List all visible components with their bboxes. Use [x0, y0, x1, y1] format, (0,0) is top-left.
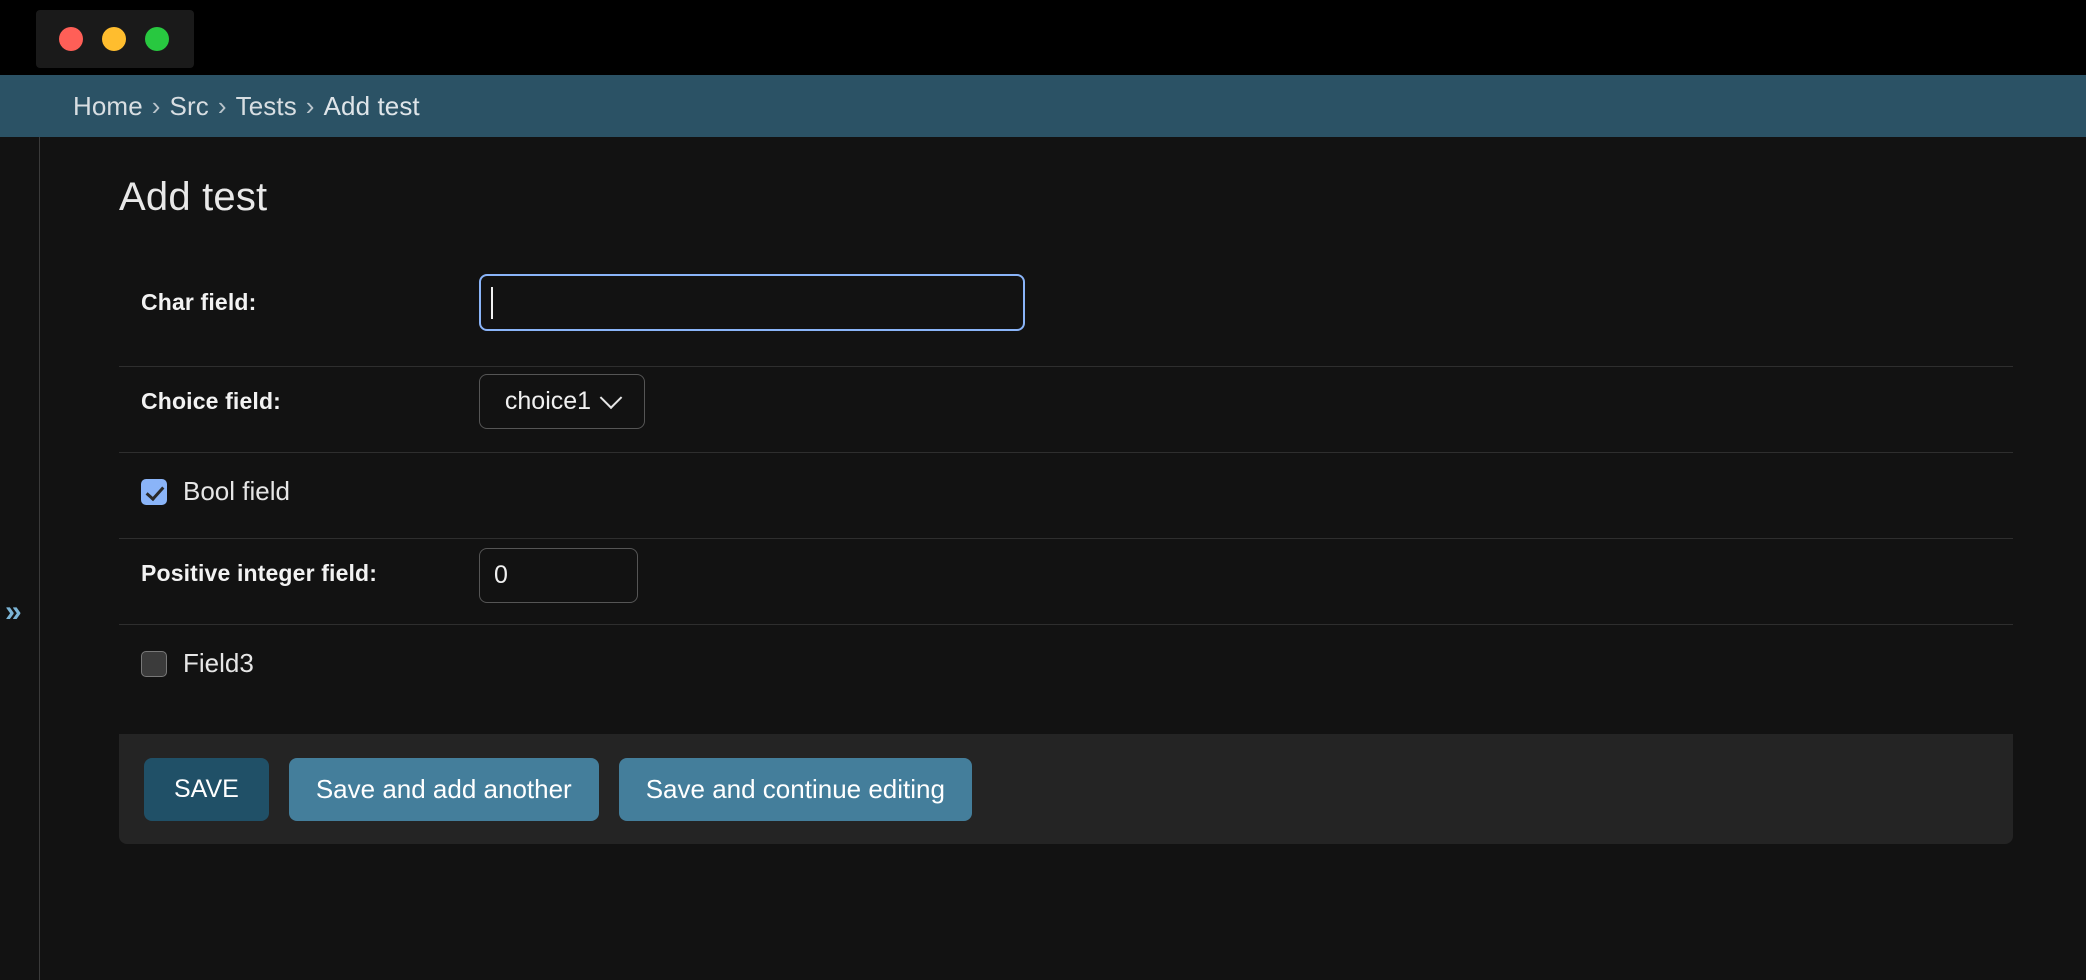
- breadcrumb-item-home[interactable]: Home: [73, 91, 143, 122]
- label-bool-field: Bool field: [183, 476, 290, 506]
- breadcrumb-separator-icon: ›: [305, 90, 315, 121]
- bool-field-checkbox[interactable]: [141, 478, 167, 505]
- breadcrumb-separator-icon: ›: [151, 90, 161, 121]
- show-sidebar-chevron-icon[interactable]: »: [5, 597, 22, 627]
- maximize-window-button[interactable]: [145, 27, 169, 51]
- bool-field-group[interactable]: Bool field: [141, 476, 290, 507]
- field3-group[interactable]: Field3: [141, 648, 254, 679]
- form-row-char-field: Char field:: [119, 267, 2013, 367]
- label-positive-integer-field: Positive integer field:: [141, 560, 378, 586]
- form-row-field3: Field3: [119, 625, 2013, 690]
- close-window-button[interactable]: [59, 27, 83, 51]
- save-button[interactable]: SAVE: [144, 757, 269, 821]
- label-char-field: Char field:: [141, 289, 257, 315]
- main-content: Add test Char field: Choice field: choic…: [41, 137, 2086, 980]
- breadcrumb-item-tests[interactable]: Tests: [236, 91, 297, 122]
- page-title: Add test: [119, 175, 268, 219]
- window-controls: [36, 10, 194, 68]
- breadcrumb-separator-icon: ›: [217, 90, 227, 121]
- minimize-window-button[interactable]: [102, 27, 126, 51]
- label-choice-field: Choice field:: [141, 388, 281, 414]
- submit-row: SAVE Save and add another Save and conti…: [119, 734, 2013, 844]
- label-field3: Field3: [183, 648, 254, 678]
- breadcrumb-item-current: Add test: [323, 90, 420, 121]
- breadcrumb: Home › Src › Tests › Add test: [0, 75, 2086, 137]
- positive-integer-field-input[interactable]: [479, 548, 638, 603]
- window-title-bar: [0, 0, 2086, 75]
- form-row-choice-field: Choice field: choice1: [119, 367, 2013, 453]
- text-cursor: [491, 287, 493, 319]
- choice-field-select[interactable]: choice1: [479, 374, 645, 429]
- add-test-form: Char field: Choice field: choice1 Bool f…: [119, 267, 2013, 690]
- form-row-positive-integer-field: Positive integer field:: [119, 539, 2013, 625]
- page-body: » Add test Char field: Choice field: cho…: [0, 137, 2086, 980]
- choice-field-selected-value: choice1: [504, 387, 592, 415]
- breadcrumb-item-src[interactable]: Src: [170, 91, 209, 122]
- save-and-continue-editing-button[interactable]: Save and continue editing: [618, 757, 972, 821]
- chevron-down-icon: [599, 385, 623, 409]
- field3-checkbox[interactable]: [141, 650, 167, 677]
- save-and-add-another-button[interactable]: Save and add another: [288, 757, 599, 821]
- form-row-bool-field: Bool field: [119, 453, 2013, 539]
- char-field-input[interactable]: [479, 274, 1025, 331]
- sidebar-rail: »: [0, 137, 40, 980]
